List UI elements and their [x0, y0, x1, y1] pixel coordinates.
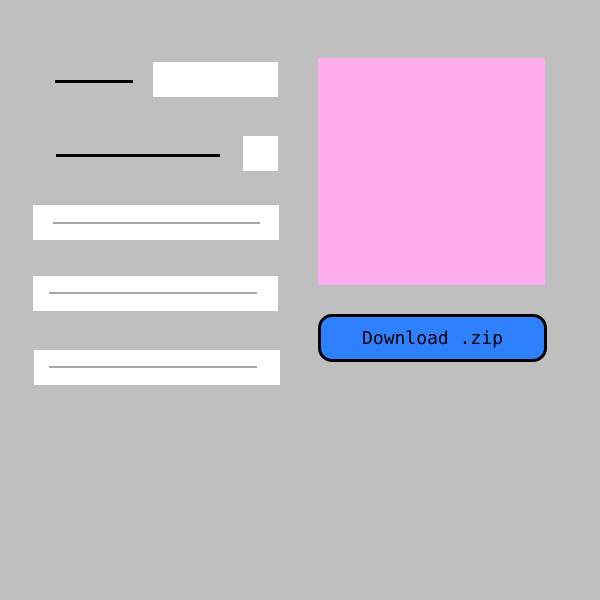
download-zip-button[interactable]: Download .zip [318, 314, 547, 362]
field-4-input[interactable] [33, 276, 278, 311]
field-5-input[interactable] [34, 350, 280, 385]
field-5-placeholder [49, 366, 257, 368]
field-3-input[interactable] [33, 205, 279, 240]
field-3-placeholder [53, 222, 260, 224]
field-1-label [55, 80, 133, 83]
field-1-input[interactable] [153, 62, 278, 97]
preview-swatch [318, 58, 545, 285]
field-4-placeholder [49, 292, 257, 294]
field-2-label [56, 154, 220, 157]
field-2-checkbox[interactable] [243, 136, 278, 171]
